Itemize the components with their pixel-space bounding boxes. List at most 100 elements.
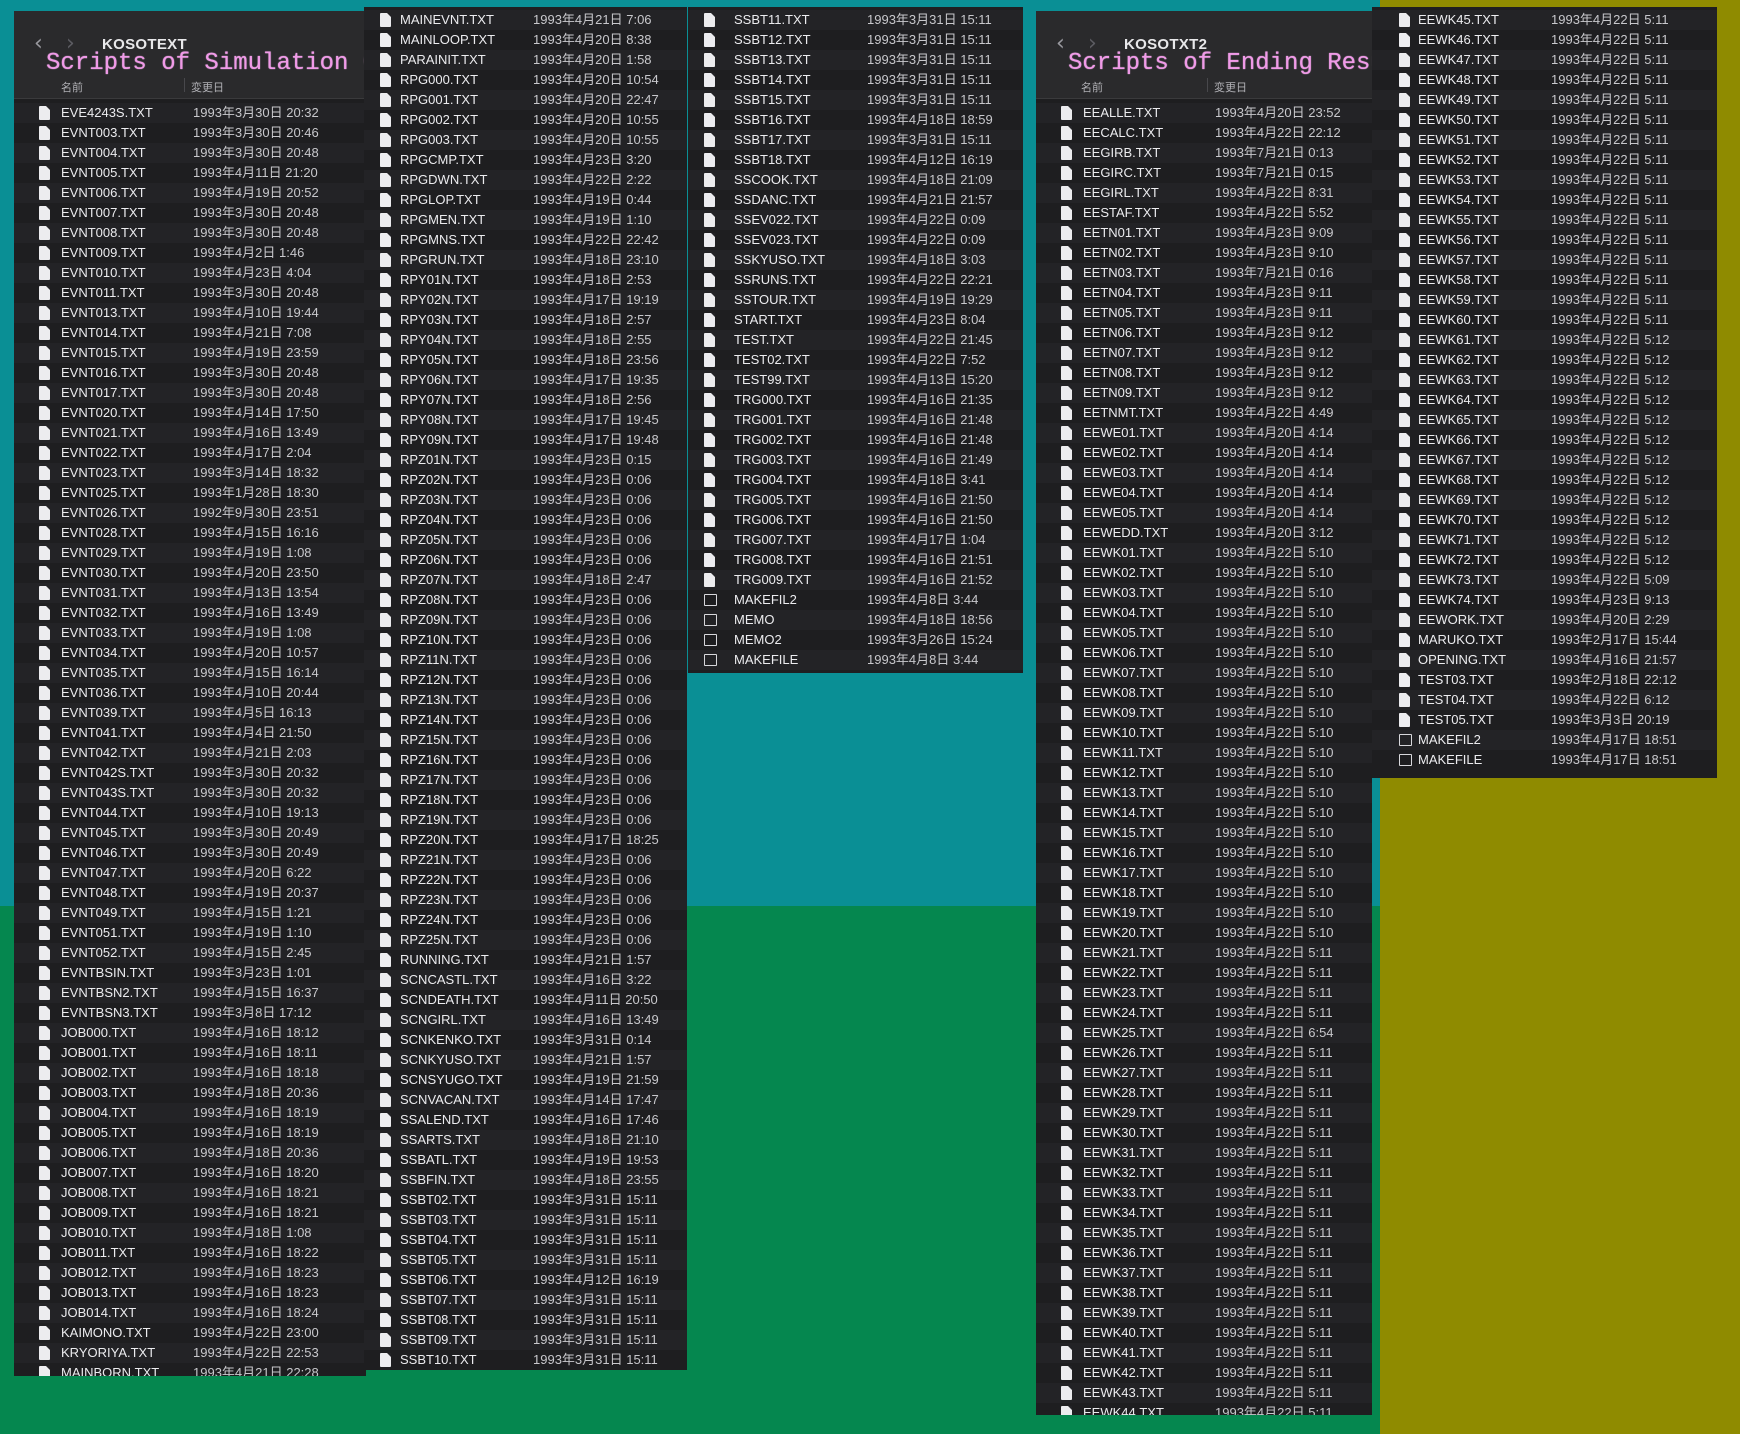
file-row[interactable]: RPZ13N.TXT 1993年4月23日 0:06: [364, 690, 687, 710]
file-row[interactable]: EVNT013.TXT 1993年4月10日 19:44: [14, 303, 366, 323]
file-row[interactable]: RPZ22N.TXT 1993年4月23日 0:06: [364, 870, 687, 890]
file-row[interactable]: EEWK24.TXT 1993年4月22日 5:11: [1036, 1003, 1372, 1023]
file-row[interactable]: EVNTBSN2.TXT 1993年4月15日 16:37: [14, 983, 366, 1003]
file-row[interactable]: RPY03N.TXT 1993年4月18日 2:57: [364, 310, 687, 330]
file-row[interactable]: EEWK06.TXT 1993年4月22日 5:10: [1036, 643, 1372, 663]
file-row[interactable]: EETN06.TXT 1993年4月23日 9:12: [1036, 323, 1372, 343]
file-row[interactable]: EEWE04.TXT 1993年4月20日 4:14: [1036, 483, 1372, 503]
file-row[interactable]: SSBT11.TXT 1993年3月31日 15:11: [688, 10, 1023, 30]
file-row[interactable]: EVNT020.TXT 1993年4月14日 17:50: [14, 403, 366, 423]
file-row[interactable]: EVNTBSN3.TXT 1993年3月8日 17:12: [14, 1003, 366, 1023]
file-row[interactable]: EEWK20.TXT 1993年4月22日 5:10: [1036, 923, 1372, 943]
file-row[interactable]: RPZ21N.TXT 1993年4月23日 0:06: [364, 850, 687, 870]
file-row[interactable]: EETN08.TXT 1993年4月23日 9:12: [1036, 363, 1372, 383]
file-row[interactable]: START.TXT 1993年4月23日 8:04: [688, 310, 1023, 330]
file-row[interactable]: EEWK11.TXT 1993年4月22日 5:10: [1036, 743, 1372, 763]
file-row[interactable]: EEWK08.TXT 1993年4月22日 5:10: [1036, 683, 1372, 703]
file-row[interactable]: TEST99.TXT 1993年4月13日 15:20: [688, 370, 1023, 390]
file-row[interactable]: EEWK66.TXT 1993年4月22日 5:12: [1372, 430, 1717, 450]
file-row[interactable]: EEWK59.TXT 1993年4月22日 5:11: [1372, 290, 1717, 310]
file-row[interactable]: RPZ02N.TXT 1993年4月23日 0:06: [364, 470, 687, 490]
file-row[interactable]: RPZ04N.TXT 1993年4月23日 0:06: [364, 510, 687, 530]
file-row[interactable]: SSBT16.TXT 1993年4月18日 18:59: [688, 110, 1023, 130]
file-row[interactable]: EEWK37.TXT 1993年4月22日 5:11: [1036, 1263, 1372, 1283]
file-row[interactable]: SCNKENKO.TXT 1993年3月31日 0:14: [364, 1030, 687, 1050]
file-row[interactable]: EEWK28.TXT 1993年4月22日 5:11: [1036, 1083, 1372, 1103]
file-row[interactable]: EETN02.TXT 1993年4月23日 9:10: [1036, 243, 1372, 263]
file-row[interactable]: EEWK03.TXT 1993年4月22日 5:10: [1036, 583, 1372, 603]
file-row[interactable]: SSRUNS.TXT 1993年4月22日 22:21: [688, 270, 1023, 290]
file-row[interactable]: RPZ03N.TXT 1993年4月23日 0:06: [364, 490, 687, 510]
file-row[interactable]: SSDANC.TXT 1993年4月21日 21:57: [688, 190, 1023, 210]
file-row[interactable]: EEWK67.TXT 1993年4月22日 5:12: [1372, 450, 1717, 470]
file-row[interactable]: SSBT08.TXT 1993年3月31日 15:11: [364, 1310, 687, 1330]
file-row[interactable]: EEWE02.TXT 1993年4月20日 4:14: [1036, 443, 1372, 463]
file-row[interactable]: SCNDEATH.TXT 1993年4月11日 20:50: [364, 990, 687, 1010]
file-row[interactable]: EEWK34.TXT 1993年4月22日 5:11: [1036, 1203, 1372, 1223]
file-row[interactable]: RPY06N.TXT 1993年4月17日 19:35: [364, 370, 687, 390]
file-row[interactable]: EEWK31.TXT 1993年4月22日 5:11: [1036, 1143, 1372, 1163]
file-row[interactable]: EVNT008.TXT 1993年3月30日 20:48: [14, 223, 366, 243]
file-row[interactable]: JOB002.TXT 1993年4月16日 18:18: [14, 1063, 366, 1083]
file-row[interactable]: MEMO2 1993年3月26日 15:24: [688, 630, 1023, 650]
file-row[interactable]: TRG004.TXT 1993年4月18日 3:41: [688, 470, 1023, 490]
file-row[interactable]: JOB004.TXT 1993年4月16日 18:19: [14, 1103, 366, 1123]
file-row[interactable]: EVNT011.TXT 1993年3月30日 20:48: [14, 283, 366, 303]
file-row[interactable]: RPZ24N.TXT 1993年4月23日 0:06: [364, 910, 687, 930]
file-row[interactable]: SSBT06.TXT 1993年4月12日 16:19: [364, 1270, 687, 1290]
file-row[interactable]: SCNKYUSO.TXT 1993年4月21日 1:57: [364, 1050, 687, 1070]
file-row[interactable]: EVNT051.TXT 1993年4月19日 1:10: [14, 923, 366, 943]
file-row[interactable]: EVNT034.TXT 1993年4月20日 10:57: [14, 643, 366, 663]
file-row[interactable]: JOB010.TXT 1993年4月18日 1:08: [14, 1223, 366, 1243]
file-row[interactable]: EVNT045.TXT 1993年3月30日 20:49: [14, 823, 366, 843]
file-row[interactable]: EVNT033.TXT 1993年4月19日 1:08: [14, 623, 366, 643]
file-row[interactable]: EEWEDD.TXT 1993年4月20日 3:12: [1036, 523, 1372, 543]
file-row[interactable]: RPY08N.TXT 1993年4月17日 19:45: [364, 410, 687, 430]
file-row[interactable]: SSBT10.TXT 1993年3月31日 15:11: [364, 1350, 687, 1370]
file-row[interactable]: EEWK30.TXT 1993年4月22日 5:11: [1036, 1123, 1372, 1143]
file-row[interactable]: EEWK38.TXT 1993年4月22日 5:11: [1036, 1283, 1372, 1303]
file-row[interactable]: RPZ12N.TXT 1993年4月23日 0:06: [364, 670, 687, 690]
file-row[interactable]: OPENING.TXT 1993年4月16日 21:57: [1372, 650, 1717, 670]
file-row[interactable]: EETN05.TXT 1993年4月23日 9:11: [1036, 303, 1372, 323]
file-row[interactable]: EEWK74.TXT 1993年4月23日 9:13: [1372, 590, 1717, 610]
file-row[interactable]: TRG008.TXT 1993年4月16日 21:51: [688, 550, 1023, 570]
file-row[interactable]: EEWK23.TXT 1993年4月22日 5:11: [1036, 983, 1372, 1003]
file-row[interactable]: EECALC.TXT 1993年4月22日 22:12: [1036, 123, 1372, 143]
file-row[interactable]: SCNGIRL.TXT 1993年4月16日 13:49: [364, 1010, 687, 1030]
file-row[interactable]: EEWK50.TXT 1993年4月22日 5:11: [1372, 110, 1717, 130]
file-row[interactable]: EVNTBSIN.TXT 1993年3月23日 1:01: [14, 963, 366, 983]
file-row[interactable]: RPZ10N.TXT 1993年4月23日 0:06: [364, 630, 687, 650]
file-row[interactable]: JOB014.TXT 1993年4月16日 18:24: [14, 1303, 366, 1323]
file-row[interactable]: EVNT014.TXT 1993年4月21日 7:08: [14, 323, 366, 343]
file-row[interactable]: EEWK41.TXT 1993年4月22日 5:11: [1036, 1343, 1372, 1363]
file-row[interactable]: RPZ25N.TXT 1993年4月23日 0:06: [364, 930, 687, 950]
file-row[interactable]: RPZ16N.TXT 1993年4月23日 0:06: [364, 750, 687, 770]
file-row[interactable]: EEWK26.TXT 1993年4月22日 5:11: [1036, 1043, 1372, 1063]
file-row[interactable]: SSBT14.TXT 1993年3月31日 15:11: [688, 70, 1023, 90]
file-row[interactable]: TRG005.TXT 1993年4月16日 21:50: [688, 490, 1023, 510]
column-date-header[interactable]: 変更日: [191, 79, 224, 95]
file-row[interactable]: SSBT18.TXT 1993年4月12日 16:19: [688, 150, 1023, 170]
file-row[interactable]: EEWK65.TXT 1993年4月22日 5:12: [1372, 410, 1717, 430]
file-row[interactable]: EEWK54.TXT 1993年4月22日 5:11: [1372, 190, 1717, 210]
file-row[interactable]: RPGRUN.TXT 1993年4月18日 23:10: [364, 250, 687, 270]
file-row[interactable]: EEWK09.TXT 1993年4月22日 5:10: [1036, 703, 1372, 723]
column-divider[interactable]: [184, 78, 185, 92]
file-row[interactable]: TRG002.TXT 1993年4月16日 21:48: [688, 430, 1023, 450]
file-row[interactable]: JOB001.TXT 1993年4月16日 18:11: [14, 1043, 366, 1063]
file-row[interactable]: EEWK42.TXT 1993年4月22日 5:11: [1036, 1363, 1372, 1383]
file-row[interactable]: EEWK27.TXT 1993年4月22日 5:11: [1036, 1063, 1372, 1083]
file-row[interactable]: RPG003.TXT 1993年4月20日 10:55: [364, 130, 687, 150]
file-row[interactable]: EEWK70.TXT 1993年4月22日 5:12: [1372, 510, 1717, 530]
file-row[interactable]: JOB008.TXT 1993年4月16日 18:21: [14, 1183, 366, 1203]
file-row[interactable]: EEWK21.TXT 1993年4月22日 5:11: [1036, 943, 1372, 963]
file-row[interactable]: MAINLOOP.TXT 1993年4月20日 8:38: [364, 30, 687, 50]
file-row[interactable]: EVNT026.TXT 1992年9月30日 23:51: [14, 503, 366, 523]
file-row[interactable]: EETN09.TXT 1993年4月23日 9:12: [1036, 383, 1372, 403]
back-chevron-icon[interactable]: ‹: [34, 33, 43, 55]
file-row[interactable]: RPZ15N.TXT 1993年4月23日 0:06: [364, 730, 687, 750]
file-row[interactable]: SSALEND.TXT 1993年4月16日 17:46: [364, 1110, 687, 1130]
file-row[interactable]: EEWK36.TXT 1993年4月22日 5:11: [1036, 1243, 1372, 1263]
file-row[interactable]: EEWK43.TXT 1993年4月22日 5:11: [1036, 1383, 1372, 1403]
